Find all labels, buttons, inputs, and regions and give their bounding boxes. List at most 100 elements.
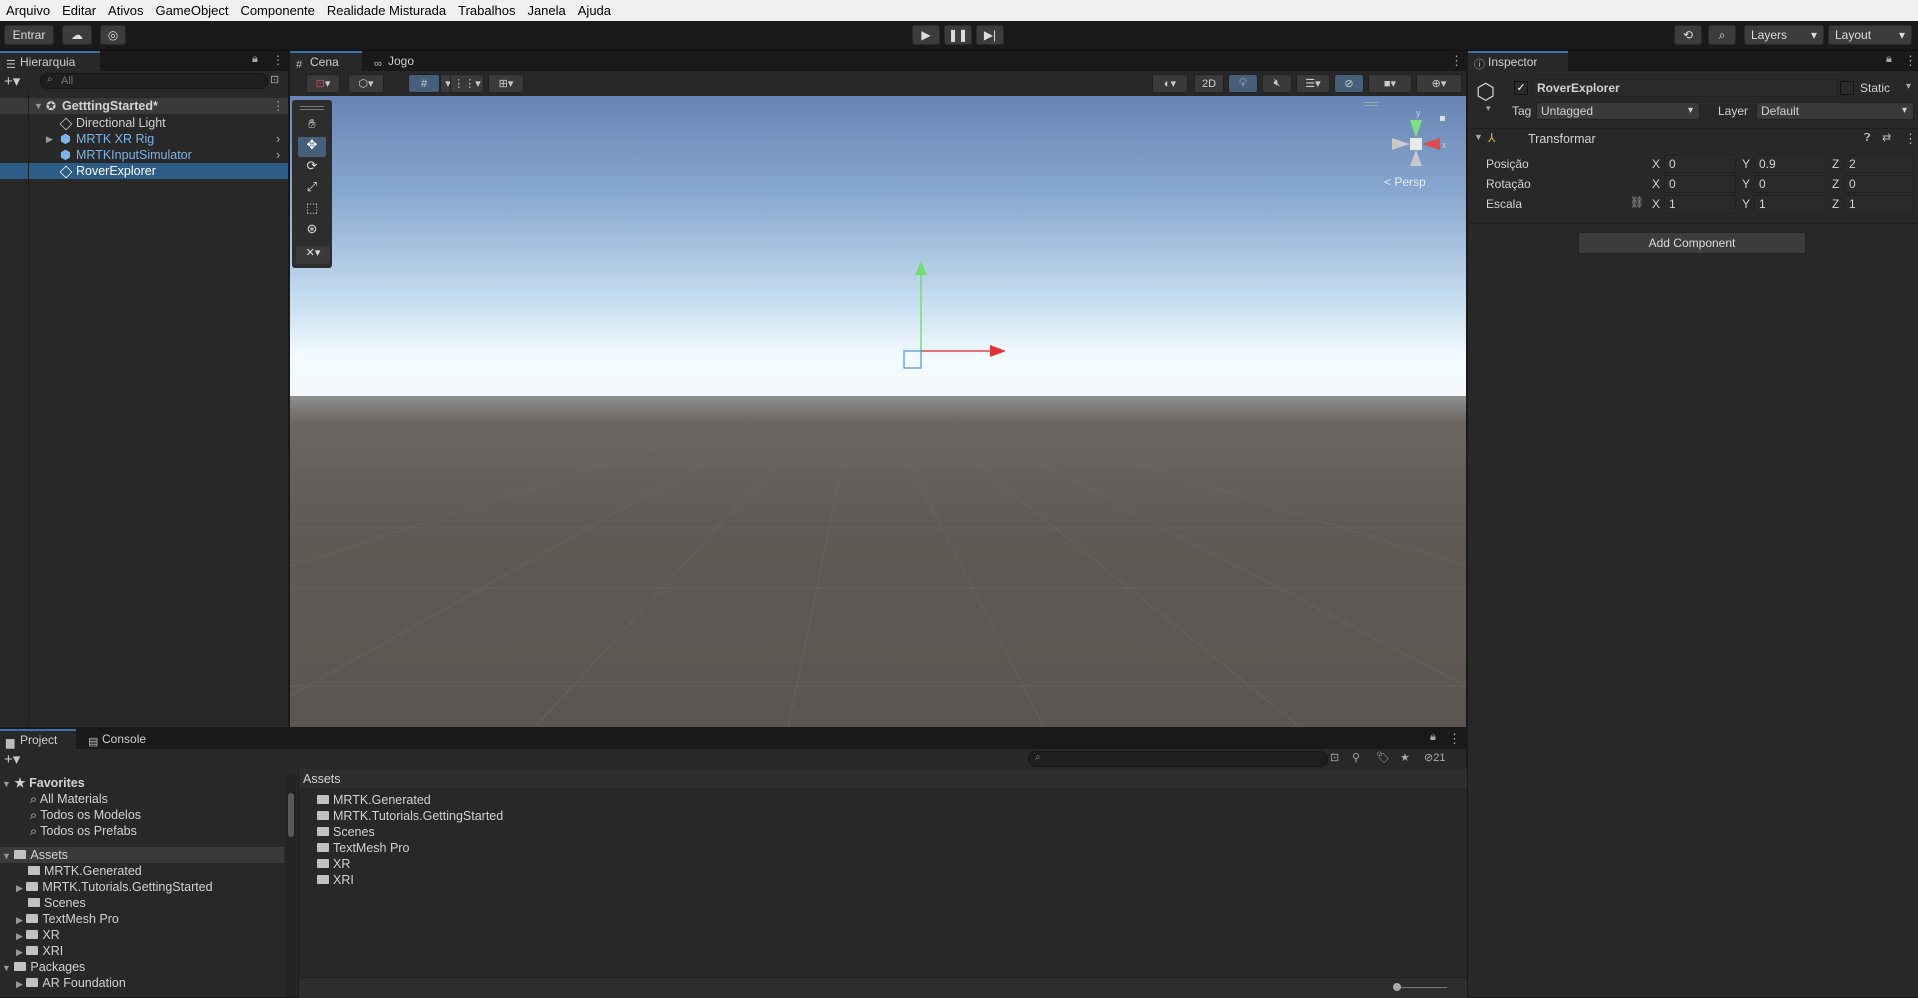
help-icon[interactable]: ❓︎ (1864, 132, 1871, 145)
search-options-icon[interactable]: ⊡ (270, 73, 279, 86)
menu-realidade-misturada[interactable]: Realidade Misturada (321, 0, 452, 21)
add-icon[interactable]: +▾ (4, 750, 20, 768)
menu-componente[interactable]: Componente (234, 0, 320, 21)
move-tool-icon[interactable]: ✥ (298, 137, 326, 157)
hierarchy-item[interactable]: ▶ ⬢ MRTK XR Rig › (0, 131, 288, 147)
slider-thumb[interactable] (1393, 983, 1401, 991)
collab-icon[interactable]: ◎ (100, 25, 126, 45)
chevron-right-icon[interactable]: › (276, 131, 280, 147)
position-y-field[interactable]: 0.9 (1754, 155, 1826, 173)
orientation-gizmo[interactable]: y x (1376, 104, 1456, 184)
static-checkbox[interactable] (1840, 81, 1854, 95)
asset-list-item[interactable]: MRTK.Tutorials.GettingStarted (317, 808, 503, 824)
move-gizmo[interactable] (900, 261, 1020, 371)
ruler-dropdown[interactable]: ⊞▾ (488, 74, 524, 93)
custom-tool-dropdown[interactable]: ✕▾ (296, 246, 330, 264)
tab-inspector[interactable]: ⓘ Inspector (1468, 51, 1568, 71)
toggle-2d-button[interactable]: 2D (1194, 74, 1224, 93)
favorite-star-icon[interactable]: ★ (1400, 751, 1410, 764)
asset-folder-row[interactable]: Scenes (28, 895, 86, 911)
scale-z-field[interactable]: 1 (1844, 195, 1914, 213)
hidden-objects-icon[interactable]: ⊘ (1334, 74, 1364, 93)
shaded-dropdown[interactable]: ⬡▾ (348, 74, 384, 93)
favorite-item[interactable]: ⌕ Todos os Prefabs (30, 823, 137, 839)
expand-icon[interactable]: ▶ (46, 131, 53, 147)
camera-dropdown[interactable]: ■▾ (1368, 74, 1412, 93)
expand-icon[interactable]: ▼ (34, 98, 43, 114)
hierarchy-item-selected[interactable]: RoverExplorer (0, 163, 288, 179)
scrollbar-thumb[interactable] (288, 793, 294, 837)
tab-console[interactable]: ▤ Console (82, 729, 162, 749)
asset-folder-row[interactable]: ▶ TextMesh Pro (16, 911, 119, 927)
lock-icon[interactable]: 🔒︎ (1430, 731, 1436, 744)
tab-hierarchy[interactable]: ☰ Hierarquia (0, 51, 100, 71)
expand-icon[interactable]: ▶ (16, 931, 23, 941)
expand-icon[interactable]: ▶ (16, 915, 23, 925)
search-options-icon[interactable]: ⊡ (1330, 751, 1339, 764)
scene-row[interactable]: ▼ ✪ GetttingStarted* ⋮ (0, 98, 288, 114)
render-mode-dropdown[interactable]: ◐▾ (1152, 74, 1188, 93)
rect-tool-icon[interactable]: ⬚ (298, 200, 326, 220)
expand-icon[interactable]: ▶ (16, 947, 23, 957)
expand-icon[interactable]: ▼ (1474, 132, 1483, 142)
more-options-icon[interactable]: ⋮ (272, 53, 284, 67)
breadcrumb[interactable]: Assets (303, 772, 341, 786)
filter-label-icon[interactable]: 🏷︎ (1376, 751, 1390, 764)
play-button[interactable]: ▶ (912, 25, 940, 45)
asset-list-item[interactable]: Scenes (317, 824, 375, 840)
step-button[interactable]: ▶| (976, 25, 1004, 45)
y-axis-arrow-icon[interactable] (915, 261, 927, 275)
perspective-label[interactable]: < Persp (1384, 175, 1426, 189)
more-options-icon[interactable]: ⋮ (1904, 53, 1917, 69)
preset-icon[interactable]: ⇄ (1882, 131, 1891, 144)
scale-x-field[interactable]: 1 (1664, 195, 1736, 213)
asset-folder-row[interactable]: ▶ XR (16, 927, 60, 943)
object-name-field[interactable]: RoverExplorer (1532, 79, 1838, 97)
audio-icon[interactable]: 🔇︎ (1262, 74, 1292, 93)
project-search-input[interactable]: ⌕ (1028, 751, 1328, 767)
more-options-icon[interactable]: ⋮ (1904, 131, 1917, 147)
drag-handle-icon[interactable] (300, 106, 324, 110)
chevron-right-icon[interactable]: › (276, 147, 280, 163)
package-folder-row[interactable]: ▶ AR Foundation (16, 975, 126, 991)
asset-list-item[interactable]: XRI (317, 872, 354, 888)
draw-mode-dropdown[interactable]: ⊡ ▾ (306, 74, 340, 93)
rotation-y-field[interactable]: 0 (1754, 175, 1826, 193)
expand-icon[interactable]: ▼ (2, 851, 11, 861)
search-icon[interactable]: ⌕ (1708, 25, 1736, 45)
lighting-icon[interactable]: 💡︎ (1228, 74, 1258, 93)
chevron-down-icon[interactable]: ▾ (1486, 103, 1491, 114)
add-icon[interactable]: +▾ (4, 72, 20, 90)
rotation-x-field[interactable]: 0 (1664, 175, 1736, 193)
grid-snap-button[interactable]: # (408, 74, 440, 93)
hidden-packages-icon[interactable]: ⊘21 (1424, 751, 1445, 764)
more-options-icon[interactable]: ⋮ (272, 98, 285, 114)
link-icon[interactable]: ⛓︎ (1630, 196, 1644, 209)
asset-list-item[interactable]: XR (317, 856, 350, 872)
menu-trabalhos[interactable]: Trabalhos (452, 0, 521, 21)
tab-project[interactable]: ▆ Project (0, 729, 76, 749)
position-z-field[interactable]: 2 (1844, 155, 1914, 173)
filter-type-icon[interactable]: ⚲ (1352, 751, 1360, 764)
hierarchy-item[interactable]: Directional Light (0, 115, 288, 131)
rotation-z-field[interactable]: 0 (1844, 175, 1914, 193)
scale-y-field[interactable]: 1 (1754, 195, 1826, 213)
xz-plane-handle[interactable] (903, 350, 922, 369)
hierarchy-item[interactable]: ⬢ MRTKInputSimulator › (0, 147, 288, 163)
gizmos-dropdown[interactable]: ⊕▾ (1416, 74, 1462, 93)
chevron-down-icon[interactable]: ▾ (1906, 81, 1911, 92)
history-icon[interactable]: ⟲ (1674, 25, 1702, 45)
transform-header[interactable]: ▼ ⅄ Transformar ❓︎ ⇄ ⋮ (1468, 129, 1918, 149)
lock-icon[interactable]: 🔒︎ (252, 53, 258, 66)
expand-icon[interactable]: ▼ (2, 779, 11, 789)
rotate-tool-icon[interactable]: ⟳ (298, 158, 326, 178)
menu-editar[interactable]: Editar (56, 0, 102, 21)
layers-dropdown[interactable]: Layers ▾ (1744, 25, 1824, 45)
effects-dropdown[interactable]: ☰▾ (1296, 74, 1330, 93)
asset-folder-row[interactable]: ▶ MRTK.Tutorials.GettingStarted (16, 879, 213, 895)
sign-in-button[interactable]: Entrar (4, 25, 54, 45)
scale-tool-icon[interactable]: ⤢ (298, 179, 326, 199)
drag-handle-icon[interactable] (1364, 102, 1378, 106)
transform-tool-icon[interactable]: ⊛ (298, 221, 326, 241)
pause-button[interactable]: ❚❚ (944, 25, 972, 45)
